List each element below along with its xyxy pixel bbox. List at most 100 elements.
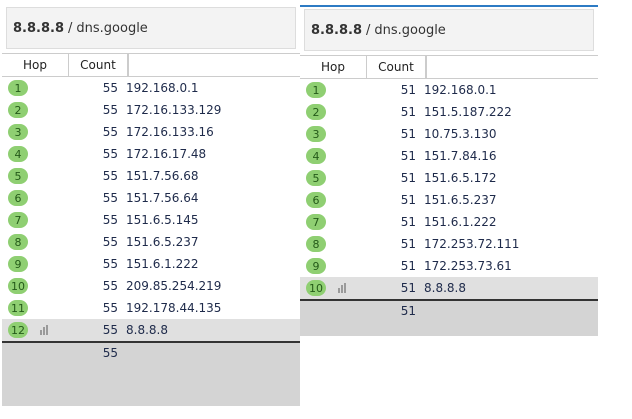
hop-cell: 2	[2, 102, 68, 118]
count-cell: 51	[400, 215, 416, 229]
address-cell: 151.6.1.222	[424, 215, 497, 229]
address-cell: 172.16.133.16	[126, 125, 214, 139]
hop-cell: 2	[300, 104, 366, 120]
address-cell: 151.7.56.68	[126, 169, 199, 183]
hop-cell: 9	[2, 256, 68, 272]
hop-number-badge: 10	[8, 278, 28, 294]
count-cell: 55	[102, 301, 118, 315]
hop-cell: 10	[300, 280, 366, 296]
table-row[interactable]: 5 51 151.6.5.172	[300, 167, 598, 189]
table-row[interactable]: 8 55 151.6.5.237	[2, 231, 300, 253]
hop-number-badge: 1	[8, 80, 28, 96]
count-cell: 51	[400, 259, 416, 273]
count-cell: 55	[102, 235, 118, 249]
table-row[interactable]: 4 51 151.7.84.16	[300, 145, 598, 167]
table-row[interactable]: 3 55 172.16.133.16	[2, 121, 300, 143]
hop-number-badge: 5	[8, 168, 28, 184]
address-cell: 192.168.0.1	[126, 81, 199, 95]
table-row[interactable]: 5 55 151.7.56.68	[2, 165, 300, 187]
column-count[interactable]: Count	[69, 54, 128, 76]
table-row[interactable]: 1 55 192.168.0.1	[2, 77, 300, 99]
hop-number-badge: 11	[8, 300, 28, 316]
hop-number-badge: 9	[306, 258, 326, 274]
hop-number-badge: 10	[306, 280, 326, 296]
hop-cell: 3	[300, 126, 366, 142]
hop-cell: 5	[2, 168, 68, 184]
address-cell: 172.16.133.129	[126, 103, 222, 117]
address-cell: 209.85.254.219	[126, 279, 222, 293]
hop-cell: 11	[2, 300, 68, 316]
table-row[interactable]: 2 55 172.16.133.129	[2, 99, 300, 121]
column-header: Hop Count	[2, 53, 300, 77]
hop-cell: 4	[300, 148, 366, 164]
target-host: 8.8.8.8	[13, 20, 64, 36]
table-row[interactable]: 3 51 10.75.3.130	[300, 123, 598, 145]
column-address[interactable]	[426, 56, 427, 78]
title-separator: /	[366, 22, 371, 38]
address-cell: 10.75.3.130	[424, 127, 497, 141]
hop-cell: 6	[300, 192, 366, 208]
target-hostname: dns.google	[374, 22, 446, 38]
summary-row: 55	[2, 341, 300, 406]
hop-number-badge: 1	[306, 82, 326, 98]
column-count[interactable]: Count	[367, 56, 426, 78]
address-cell: 172.253.72.111	[424, 237, 520, 251]
count-cell: 55	[102, 279, 118, 293]
address-cell: 8.8.8.8	[424, 281, 466, 295]
table-row[interactable]: 4 55 172.16.17.48	[2, 143, 300, 165]
address-cell: 151.7.56.64	[126, 191, 199, 205]
column-hop[interactable]: Hop	[300, 56, 367, 78]
address-cell: 151.6.5.145	[126, 213, 199, 227]
count-cell: 51	[400, 105, 416, 119]
table-row[interactable]: 10 51 8.8.8.8	[300, 277, 598, 299]
address-cell: 172.253.73.61	[424, 259, 512, 273]
hop-cell: 7	[2, 212, 68, 228]
table-row[interactable]: 9 51 172.253.73.61	[300, 255, 598, 277]
hop-number-badge: 2	[306, 104, 326, 120]
column-address[interactable]	[128, 54, 129, 76]
hop-number-badge: 2	[8, 102, 28, 118]
summary-row: 51	[300, 299, 598, 336]
hop-number-badge: 3	[8, 124, 28, 140]
table-row[interactable]: 12 55 8.8.8.8	[2, 319, 300, 341]
hop-cell: 1	[300, 82, 366, 98]
table-row[interactable]: 2 51 151.5.187.222	[300, 101, 598, 123]
address-cell: 192.168.0.1	[424, 83, 497, 97]
target-host: 8.8.8.8	[311, 22, 362, 38]
hop-number-badge: 4	[8, 146, 28, 162]
count-cell: 51	[400, 237, 416, 251]
table-row[interactable]: 11 55 192.178.44.135	[2, 297, 300, 319]
hop-number-badge: 3	[306, 126, 326, 142]
hop-cell: 8	[300, 236, 366, 252]
table-row[interactable]: 10 55 209.85.254.219	[2, 275, 300, 297]
hop-cell: 9	[300, 258, 366, 274]
table-row[interactable]: 9 55 151.6.1.222	[2, 253, 300, 275]
hop-cell: 12	[2, 322, 68, 338]
hop-cell: 3	[2, 124, 68, 140]
address-cell: 172.16.17.48	[126, 147, 207, 161]
hop-number-badge: 8	[8, 234, 28, 250]
table-row[interactable]: 6 55 151.7.56.64	[2, 187, 300, 209]
count-cell: 51	[400, 83, 416, 97]
address-cell: 192.178.44.135	[126, 301, 222, 315]
count-cell: 55	[102, 103, 118, 117]
count-cell: 55	[102, 323, 118, 337]
summary-count-row: 51	[300, 301, 598, 321]
hop-number-badge: 8	[306, 236, 326, 252]
hop-cell: 5	[300, 170, 366, 186]
address-cell: 151.5.187.222	[424, 105, 512, 119]
column-hop[interactable]: Hop	[2, 54, 69, 76]
count-cell: 55	[102, 257, 118, 271]
address-cell: 151.6.5.237	[126, 235, 199, 249]
hop-number-badge: 9	[8, 256, 28, 272]
count-cell: 51	[400, 281, 416, 295]
column-header: Hop Count	[300, 55, 598, 79]
table-row[interactable]: 1 51 192.168.0.1	[300, 79, 598, 101]
table-row[interactable]: 7 51 151.6.1.222	[300, 211, 598, 233]
table-row[interactable]: 8 51 172.253.72.111	[300, 233, 598, 255]
table-row[interactable]: 6 51 151.6.5.237	[300, 189, 598, 211]
table-row[interactable]: 7 55 151.6.5.145	[2, 209, 300, 231]
hop-number-badge: 7	[306, 214, 326, 230]
hop-cell: 4	[2, 146, 68, 162]
hop-cell: 7	[300, 214, 366, 230]
